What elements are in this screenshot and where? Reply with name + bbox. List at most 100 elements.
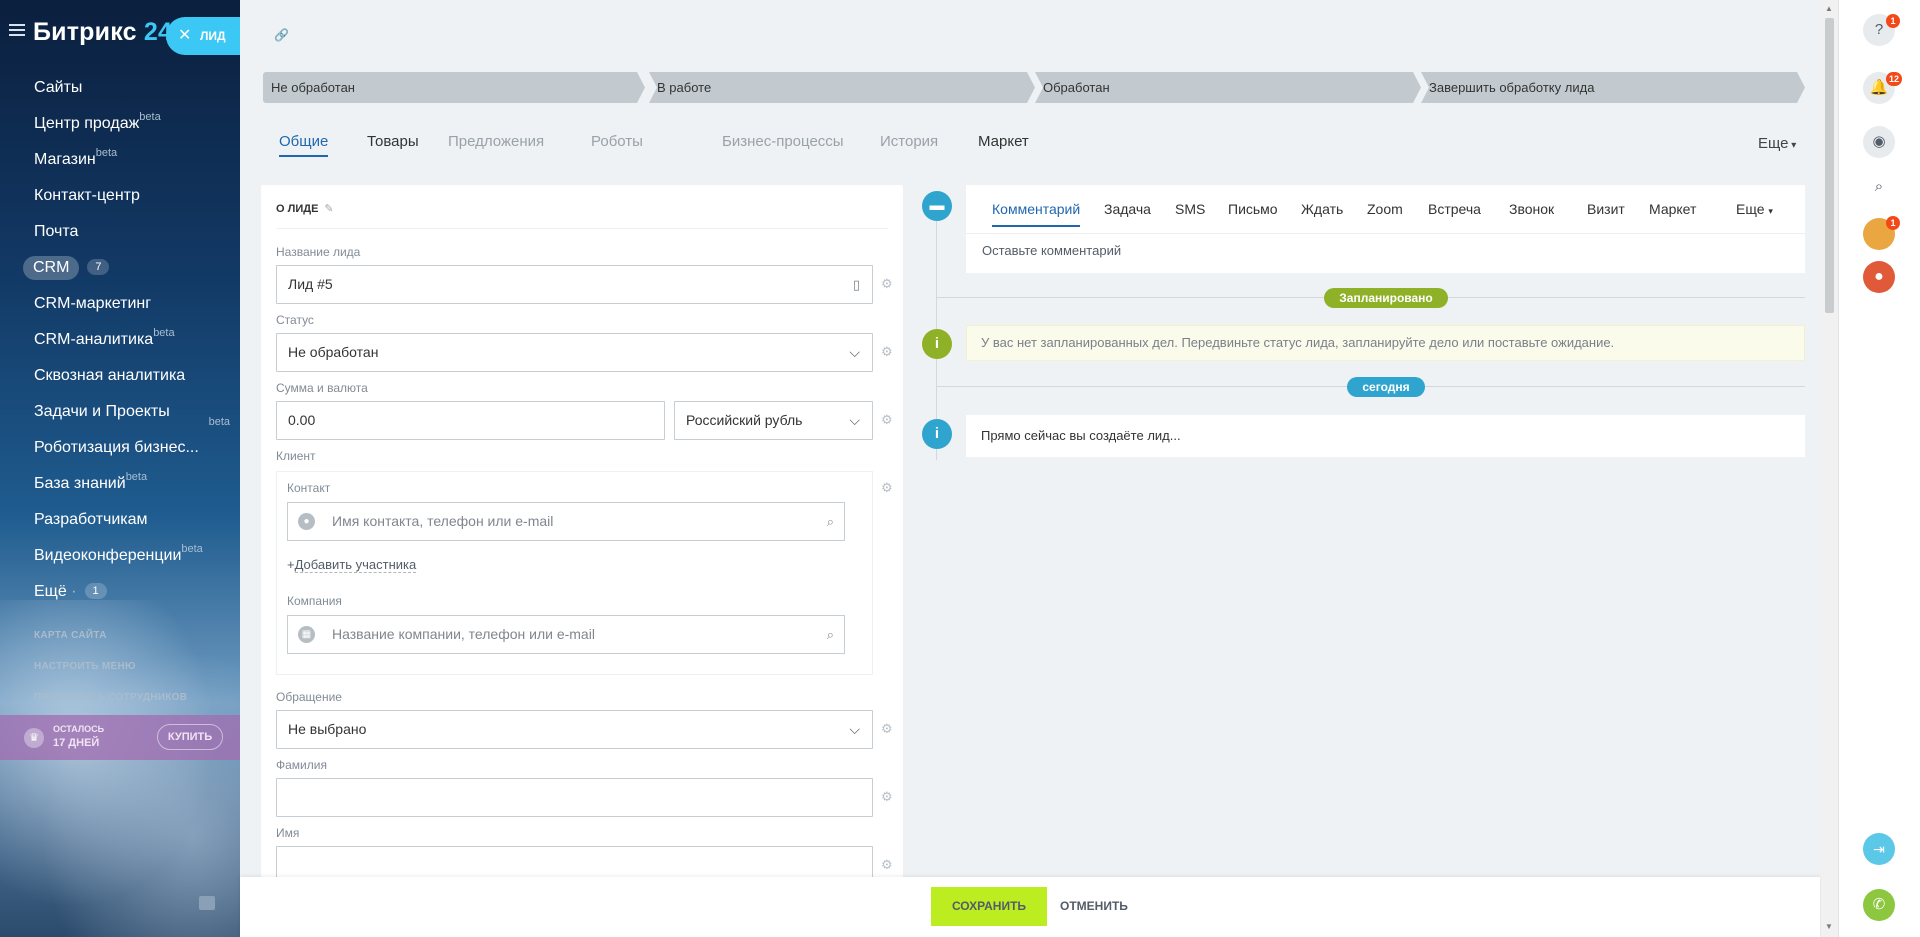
user-avatar-icon[interactable]: ● bbox=[1863, 261, 1895, 293]
scroll-up-arrow[interactable]: ▲ bbox=[1825, 4, 1833, 13]
stage-not-processed[interactable]: Не обработан bbox=[263, 72, 645, 103]
search-icon[interactable]: ⌕ bbox=[827, 503, 834, 540]
link-icon[interactable]: 🔗 bbox=[274, 28, 289, 42]
sidebar-item-sites[interactable]: Сайты bbox=[0, 70, 240, 106]
status-select[interactable]: Не обработан ⌵ bbox=[276, 333, 873, 372]
lastname-label: Фамилия bbox=[276, 758, 327, 772]
stage-in-progress[interactable]: В работе bbox=[649, 72, 1035, 103]
planned-notice: У вас нет запланированных дел. Передвинь… bbox=[966, 325, 1805, 361]
buy-button[interactable]: КУПИТЬ bbox=[157, 724, 223, 750]
company-search-field[interactable]: ▦ Название компании, телефон или e-mail … bbox=[287, 615, 845, 654]
sidebar-item-video-conferences[interactable]: Видеоконференцииbeta bbox=[0, 538, 240, 574]
contact-search-field[interactable]: ● Имя контакта, телефон или e-mail ⌕ bbox=[287, 502, 845, 541]
sidebar-item-more[interactable]: Ещё · 1 bbox=[0, 574, 240, 610]
document-icon[interactable]: ▯ bbox=[853, 266, 860, 303]
sidebar-item-sales-center[interactable]: Центр продажbeta bbox=[0, 106, 240, 142]
activity-tab-sms[interactable]: SMS bbox=[1175, 201, 1205, 217]
activity-tab-zoom[interactable]: Zoom bbox=[1367, 201, 1403, 217]
sidebar-item-tasks-projects[interactable]: Задачи и Проекты bbox=[0, 394, 240, 430]
vertical-scrollbar[interactable]: ▲ ▼ bbox=[1821, 0, 1838, 937]
tab-history[interactable]: История bbox=[880, 133, 938, 150]
company-label: Компания bbox=[287, 594, 342, 608]
phone-icon[interactable]: ✆ bbox=[1863, 889, 1895, 921]
firstname-label: Имя bbox=[276, 826, 300, 840]
cancel-button[interactable]: ОТМЕНИТЬ bbox=[1060, 887, 1128, 926]
sidebar-item-label: Разработчикам bbox=[34, 511, 148, 528]
activity-tab-meeting[interactable]: Встреча bbox=[1428, 201, 1481, 217]
help-badge: 1 bbox=[1886, 14, 1900, 28]
activity-tab-market[interactable]: Маркет bbox=[1649, 201, 1696, 217]
lastname-input[interactable] bbox=[276, 778, 873, 817]
divider bbox=[966, 233, 1805, 234]
sidebar-item-mail[interactable]: Почта bbox=[0, 214, 240, 250]
activity-tab-task[interactable]: Задача bbox=[1104, 201, 1151, 217]
gear-icon[interactable]: ⚙ bbox=[881, 858, 893, 871]
activity-tab-call[interactable]: Звонок bbox=[1509, 201, 1554, 217]
chat-icon[interactable]: ◉ bbox=[1863, 126, 1895, 158]
tab-general[interactable]: Общие bbox=[279, 133, 329, 157]
gear-icon[interactable]: ⚙ bbox=[881, 790, 893, 803]
sum-label: Сумма и валюта bbox=[276, 381, 368, 395]
gear-icon[interactable]: ⚙ bbox=[881, 722, 893, 735]
activity-tab-visit[interactable]: Визит bbox=[1587, 201, 1625, 217]
comment-input[interactable]: Оставьте комментарий bbox=[982, 243, 1121, 258]
sidebar-item-label: Центр продаж bbox=[34, 115, 140, 132]
sidebar-background bbox=[0, 600, 240, 937]
lead-name-input[interactable]: Лид #5 ▯ bbox=[276, 265, 873, 304]
service-link-configure-menu[interactable]: НАСТРОИТЬ МЕНЮ bbox=[34, 661, 136, 672]
gear-icon[interactable]: ⚙ bbox=[881, 345, 893, 358]
tabs-more-button[interactable]: Еще bbox=[1758, 135, 1796, 152]
currency-select[interactable]: Российский рубль ⌵ bbox=[674, 401, 873, 440]
sidebar-item-crm[interactable]: CRM 7 bbox=[0, 250, 240, 286]
edit-pencil-icon[interactable]: ✎ bbox=[324, 203, 333, 215]
sidebar-item-contact-center[interactable]: Контакт-центр bbox=[0, 178, 240, 214]
tab-business-processes[interactable]: Бизнес-процессы bbox=[722, 133, 844, 150]
counter-badge: 1 bbox=[84, 583, 107, 599]
sidebar-item-business-automation[interactable]: Роботизация бизнес... beta bbox=[0, 417, 240, 466]
stage-processed[interactable]: Обработан bbox=[1035, 72, 1421, 103]
service-link-sitemap[interactable]: КАРТА САЙТА bbox=[34, 630, 107, 641]
activity-more-button[interactable]: Еще ▾ bbox=[1736, 201, 1773, 217]
beta-label: beta bbox=[181, 543, 203, 555]
sidebar-item-knowledge-base[interactable]: База знанийbeta bbox=[0, 466, 240, 502]
search-icon[interactable]: ⌕ bbox=[827, 616, 834, 653]
gear-icon[interactable]: ⚙ bbox=[881, 413, 893, 426]
activity-tab-comment[interactable]: Комментарий bbox=[992, 201, 1081, 227]
search-icon[interactable]: ⌕ bbox=[1863, 171, 1895, 203]
sum-input[interactable]: 0.00 bbox=[276, 401, 665, 440]
save-button[interactable]: СОХРАНИТЬ bbox=[931, 887, 1047, 926]
menu-burger-icon[interactable] bbox=[9, 24, 25, 36]
sidebar-item-crm-marketing[interactable]: CRM-маркетинг bbox=[0, 286, 240, 322]
gear-icon[interactable]: ⚙ bbox=[881, 481, 893, 494]
sidebar-item-developers[interactable]: Разработчикам bbox=[0, 502, 240, 538]
lead-slider-tag[interactable]: ✕ ЛИД bbox=[166, 17, 240, 55]
add-participant-link[interactable]: +Добавить участника bbox=[287, 557, 417, 573]
tab-robots[interactable]: Роботы bbox=[591, 133, 643, 150]
today-badge: сегодня bbox=[1347, 377, 1425, 397]
divider bbox=[276, 228, 888, 229]
activity-tab-wait[interactable]: Ждать bbox=[1301, 201, 1343, 217]
sidebar-menu: Сайты Центр продажbeta Магазинbeta Контакт-… bbox=[0, 70, 240, 610]
open-lines-icon[interactable]: ⇥ bbox=[1863, 833, 1895, 865]
activity-tab-email[interactable]: Письмо bbox=[1228, 201, 1278, 217]
tab-offers[interactable]: Предложения bbox=[448, 133, 544, 150]
scroll-down-arrow[interactable]: ▼ bbox=[1825, 922, 1833, 931]
sidebar-item-label: Почта bbox=[34, 223, 79, 240]
gear-icon[interactable]: ⚙ bbox=[881, 277, 893, 290]
service-link-invite[interactable]: ПРИГЛАСИТЬ СОТРУДНИКОВ bbox=[34, 692, 187, 703]
contact-label: Контакт bbox=[287, 481, 331, 495]
tab-products[interactable]: Товары bbox=[367, 133, 419, 150]
close-icon[interactable]: ✕ bbox=[178, 17, 191, 55]
sidebar-item-crm-analytics[interactable]: CRM-аналитикаbeta bbox=[0, 322, 240, 358]
card-title: О ЛИДЕ ✎ bbox=[276, 203, 334, 215]
sidebar-item-shop[interactable]: Магазинbeta bbox=[0, 142, 240, 178]
salutation-select[interactable]: Не выбрано ⌵ bbox=[276, 710, 873, 749]
sidebar-item-label: Магазин bbox=[34, 151, 96, 168]
scrollbar-thumb[interactable] bbox=[1825, 18, 1834, 313]
client-block: Контакт ● Имя контакта, телефон или e-ma… bbox=[276, 471, 873, 675]
printer-icon[interactable] bbox=[199, 896, 215, 910]
tab-market[interactable]: Маркет bbox=[978, 133, 1029, 150]
bitrix-logo[interactable]: Битрикс 24 bbox=[33, 18, 172, 47]
sidebar-item-end-to-end-analytics[interactable]: Сквозная аналитика bbox=[0, 358, 240, 394]
stage-finish[interactable]: Завершить обработку лида bbox=[1421, 72, 1805, 103]
